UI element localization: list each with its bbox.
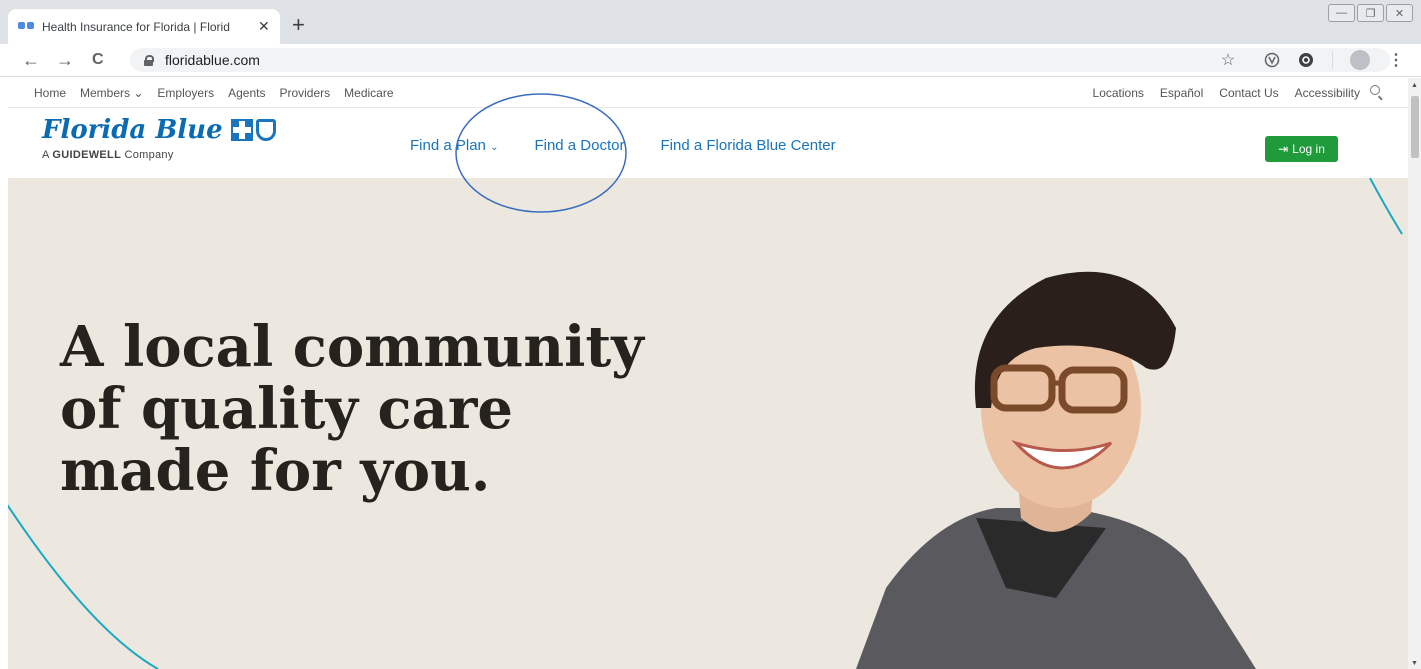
- blue-cross-icon: [230, 119, 253, 141]
- login-button[interactable]: ⇥ Log in: [1265, 136, 1338, 162]
- nav-contact-link[interactable]: Contact Us: [1219, 86, 1278, 100]
- search-icon[interactable]: [1370, 85, 1380, 95]
- main-header: Florida Blue A GUIDEWELL Company Find a …: [8, 108, 1408, 178]
- extension-v-icon[interactable]: [1257, 48, 1287, 72]
- nav-locations-link[interactable]: Locations: [1093, 86, 1144, 100]
- hero-headline: A local community of quality care made f…: [60, 314, 644, 504]
- browser-tab[interactable]: Health Insurance for Florida | Florid ✕: [8, 9, 280, 44]
- nav-medicare-link[interactable]: Medicare: [344, 86, 393, 100]
- nav-employers-link[interactable]: Employers: [157, 86, 214, 100]
- address-bar[interactable]: floridablue.com: [130, 48, 1390, 72]
- reload-button[interactable]: C: [92, 50, 104, 70]
- extension-g-icon[interactable]: [1291, 48, 1321, 72]
- new-tab-button[interactable]: +: [292, 12, 305, 38]
- nav-accessibility-link[interactable]: Accessibility: [1295, 86, 1360, 100]
- tab-close-icon[interactable]: ✕: [258, 18, 270, 35]
- main-nav: Find a Plan ⌄ Find a Doctor Find a Flori…: [410, 137, 836, 154]
- close-window-button[interactable]: ✕: [1386, 4, 1413, 22]
- page-scrollbar[interactable]: ▲ ▼: [1408, 78, 1421, 669]
- tab-strip: Health Insurance for Florida | Florid ✕ …: [0, 0, 1421, 44]
- browser-window: Health Insurance for Florida | Florid ✕ …: [0, 0, 1421, 669]
- site-favicon-icon: [18, 21, 34, 32]
- guidewell-tagline: A GUIDEWELL Company: [42, 149, 174, 161]
- utility-nav-right: Locations Español Contact Us Accessibili…: [1093, 86, 1360, 100]
- utility-nav: Home Members ⌄ Employers Agents Provider…: [8, 78, 1408, 108]
- find-a-plan-menu[interactable]: Find a Plan ⌄: [410, 137, 498, 154]
- utility-nav-left: Home Members ⌄ Employers Agents Provider…: [34, 86, 394, 100]
- lock-icon[interactable]: [144, 54, 154, 66]
- smiling-woman-photo: [856, 271, 1256, 669]
- login-arrow-icon: ⇥: [1278, 142, 1289, 156]
- chevron-down-icon: ⌄: [490, 142, 499, 153]
- toolbar-divider: [1332, 51, 1333, 69]
- nav-agents-link[interactable]: Agents: [228, 86, 265, 100]
- find-a-doctor-link[interactable]: Find a Doctor: [534, 137, 624, 154]
- browser-toolbar: ← → C floridablue.com ☆ ⋮: [0, 44, 1421, 77]
- bcbs-marks-icon: [230, 119, 276, 141]
- scroll-thumb[interactable]: [1411, 96, 1419, 158]
- find-a-center-link[interactable]: Find a Florida Blue Center: [661, 137, 836, 154]
- minimize-button[interactable]: —: [1328, 4, 1355, 22]
- nav-home-link[interactable]: Home: [34, 86, 66, 100]
- hero-section: A local community of quality care made f…: [8, 178, 1408, 669]
- bookmark-star-icon[interactable]: ☆: [1213, 48, 1243, 72]
- logo-wordmark: Florida Blue: [42, 115, 223, 145]
- web-page: Home Members ⌄ Employers Agents Provider…: [8, 78, 1408, 669]
- profile-avatar-icon[interactable]: [1345, 48, 1375, 72]
- window-controls: — ❐ ✕: [1326, 4, 1413, 22]
- scroll-down-arrow-icon[interactable]: ▼: [1411, 660, 1418, 667]
- nav-members-link[interactable]: Members ⌄: [80, 86, 143, 100]
- nav-providers-link[interactable]: Providers: [279, 86, 330, 100]
- url-text[interactable]: floridablue.com: [165, 52, 260, 68]
- blue-shield-icon: [255, 119, 276, 141]
- nav-espanol-link[interactable]: Español: [1160, 86, 1203, 100]
- forward-button[interactable]: →: [56, 50, 74, 70]
- florida-blue-logo[interactable]: Florida Blue A GUIDEWELL Company: [42, 115, 276, 161]
- tab-title: Health Insurance for Florida | Florid: [42, 19, 230, 34]
- browser-menu-icon[interactable]: ⋮: [1381, 48, 1411, 72]
- scroll-up-arrow-icon[interactable]: ▲: [1411, 82, 1418, 89]
- restore-button[interactable]: ❐: [1357, 4, 1384, 22]
- back-button[interactable]: ←: [22, 50, 40, 70]
